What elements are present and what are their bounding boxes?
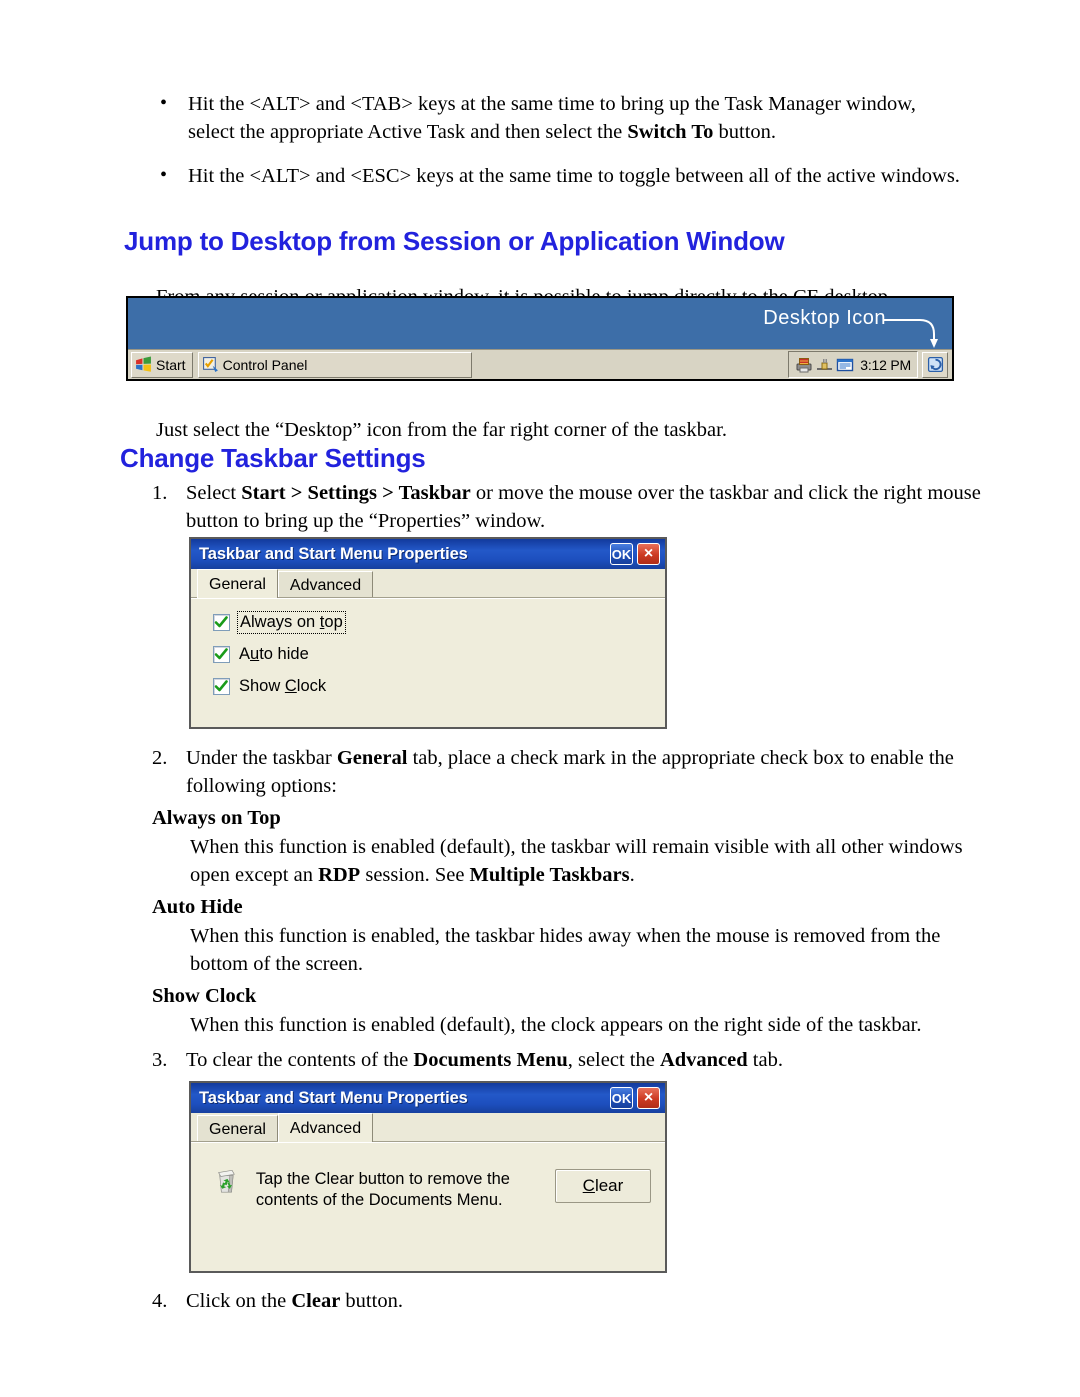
advanced-content-row: Tap the Clear button to remove the conte… [213,1157,665,1211]
callout-label-desktop-icon: Desktop Icon [763,307,886,329]
tab-general[interactable]: General [197,569,278,598]
dialog-titlebar: Taskbar and Start Menu Properties OK × [191,1083,665,1113]
check-mark-icon [214,680,228,692]
close-icon[interactable]: × [637,543,660,565]
step-text: To clear the contents of the Documents M… [186,1049,783,1071]
bullet-text: Hit the <ALT> and <ESC> keys at the same… [188,165,960,187]
option-heading-auto-hide: Auto Hide [152,896,243,918]
tab-advanced[interactable]: Advanced [277,571,374,598]
option-body-show-clock: When this function is enabled (default),… [190,1014,922,1036]
step-number: 4. [152,1290,168,1312]
numbered-step: 3. To clear the contents of the Document… [152,1046,992,1074]
option-body-always-on-top: When this function is enabled (default),… [190,836,963,886]
dialog-taskbar-properties-advanced: Taskbar and Start Menu Properties OK × G… [189,1081,667,1273]
numbered-step: 2. Under the taskbar General tab, place … [152,744,992,800]
step-number: 1. [152,482,168,504]
tab-advanced[interactable]: Advanced [277,1113,374,1142]
check-mark-icon [214,648,228,660]
figure-ce-taskbar: Desktop Icon Start Control Panel 3:12 PM [126,296,954,381]
recycle-bin-icon [218,1169,235,1193]
bullet-text: Hit the <ALT> and <TAB> keys at the same… [188,93,916,143]
step-number: 3. [152,1049,168,1071]
page-heading-jump-to-desktop: Jump to Desktop from Session or Applicat… [124,226,785,256]
numbered-step: 4. Click on the Clear button. [152,1287,992,1315]
ok-button[interactable]: OK [610,1087,633,1109]
dialog-title: Taskbar and Start Menu Properties [199,544,468,563]
check-mark-icon [214,616,228,628]
start-button[interactable]: Start [131,351,193,378]
checkbox-row-show-clock[interactable]: Show Clock [213,677,665,696]
bullet-dot: • [160,164,168,186]
dialog-titlebar: Taskbar and Start Menu Properties OK × [191,539,665,569]
desktop-icon-button[interactable] [922,351,948,378]
desktop-background: Desktop Icon [128,298,952,349]
page-heading-change-taskbar-settings: Change Taskbar Settings [120,443,426,473]
start-button-label: Start [156,356,186,373]
plug-icon[interactable] [816,357,833,373]
checkbox-row-always-on-top[interactable]: Always on top [213,611,665,634]
callout-arrow-icon [884,319,938,348]
checkbox-label-always-on-top: Always on top [237,611,346,634]
checkbox-label-auto-hide: Auto hide [239,645,309,663]
step-text: Under the taskbar General tab, place a c… [186,747,954,797]
option-body-auto-hide: When this function is enabled, the taskb… [190,925,941,975]
taskbar-strip: Start Control Panel 3:12 PM [128,349,952,379]
input-panel-icon[interactable] [836,357,854,373]
checkbox-row-auto-hide[interactable]: Auto hide [213,645,665,664]
step-number: 2. [152,747,168,769]
desktop-icon [927,356,943,373]
taskbar-task-control-panel[interactable]: Control Panel [197,351,472,378]
list-item: • Hit the <ALT> and <ESC> keys at the sa… [152,162,962,190]
checkbox-label-show-clock: Show Clock [239,677,327,695]
step-text: Select Start > Settings > Taskbar or mov… [186,482,981,532]
option-heading-always-on-top: Always on Top [152,807,281,829]
bullet-list: • Hit the <ALT> and <TAB> keys at the sa… [152,90,962,206]
taskbar-clock[interactable]: 3:12 PM [860,357,911,373]
step-text: Click on the Clear button. [186,1290,403,1312]
windows-flag-icon [136,356,151,372]
document-page: • Hit the <ALT> and <TAB> keys at the sa… [0,0,1080,1397]
dialog-panel-general: Always on top Auto hide Show Clock [191,598,665,727]
dialog-tabstrip: General Advanced [191,1113,665,1142]
dialog-tabstrip: General Advanced [191,569,665,598]
dialog-title: Taskbar and Start Menu Properties [199,1088,468,1107]
system-tray: 3:12 PM [788,351,918,378]
list-item: • Hit the <ALT> and <TAB> keys at the sa… [152,90,962,146]
bullet-dot: • [160,92,168,114]
tab-general[interactable]: General [197,1115,278,1142]
dialog-taskbar-properties-general: Taskbar and Start Menu Properties OK × G… [189,537,667,729]
close-icon[interactable]: × [637,1087,660,1109]
checkbox-auto-hide[interactable] [213,646,230,663]
paragraph-jump-after: Just select the “Desktop” icon from the … [156,418,727,441]
ok-button[interactable]: OK [610,543,633,565]
numbered-step: 1. Select Start > Settings > Taskbar or … [152,479,992,535]
option-heading-show-clock: Show Clock [152,985,257,1007]
dialog-panel-advanced: Tap the Clear button to remove the conte… [191,1142,665,1271]
printer-icon[interactable] [795,357,813,373]
checkbox-always-on-top[interactable] [213,614,230,631]
checkbox-show-clock[interactable] [213,678,230,695]
advanced-message: Tap the Clear button to remove the conte… [255,1170,510,1209]
control-panel-icon [202,357,218,372]
task-label: Control Panel [222,356,308,373]
clear-button[interactable]: Clear [555,1169,651,1203]
